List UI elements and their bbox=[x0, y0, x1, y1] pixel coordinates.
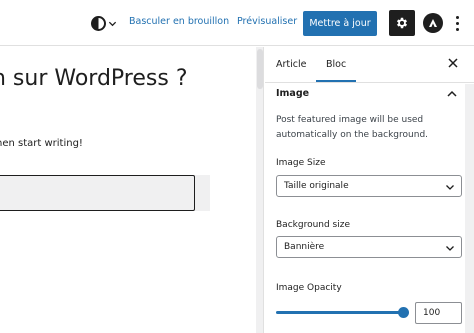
chevron-down-icon bbox=[108, 21, 117, 26]
image-opacity-label: Image Opacity bbox=[276, 283, 342, 293]
block-wrapper bbox=[0, 175, 210, 211]
tab-article[interactable]: Article bbox=[276, 59, 306, 70]
block-input-field[interactable] bbox=[0, 175, 195, 211]
background-size-label: Background size bbox=[276, 220, 351, 230]
chevron-down-icon bbox=[446, 185, 454, 190]
active-tab-indicator bbox=[316, 80, 356, 82]
half-circle-icon bbox=[91, 15, 106, 31]
opacity-slider-track[interactable] bbox=[276, 311, 404, 314]
image-panel-toggle[interactable]: Image bbox=[265, 84, 465, 104]
background-size-select[interactable]: Bannière bbox=[276, 236, 462, 258]
chevron-down-icon bbox=[446, 246, 454, 251]
settings-sidebar: Article Bloc Image Post featured image w… bbox=[265, 47, 474, 333]
image-size-select[interactable]: Taille originale bbox=[276, 175, 462, 197]
switch-to-draft-button[interactable]: Basculer en brouillon bbox=[129, 16, 229, 27]
opacity-slider-handle[interactable] bbox=[398, 307, 409, 318]
panel-description: Post featured image will be used automat… bbox=[276, 115, 429, 140]
editor-scrollbar[interactable] bbox=[256, 47, 264, 333]
options-button[interactable] bbox=[452, 12, 462, 34]
sidebar-tabs: Article Bloc bbox=[265, 47, 474, 83]
sidebar-scrollbar[interactable] bbox=[465, 84, 474, 333]
post-title[interactable]: n sur WordPress ? bbox=[0, 66, 188, 91]
style-switcher-button[interactable] bbox=[91, 14, 117, 32]
close-icon[interactable] bbox=[447, 57, 459, 69]
background-size-value: Bannière bbox=[284, 242, 325, 252]
image-size-value: Taille originale bbox=[284, 181, 349, 191]
opacity-value: 100 bbox=[423, 308, 441, 318]
update-button[interactable]: Mettre à jour bbox=[303, 11, 377, 36]
editor-toolbar: Basculer en brouillon Prévisualiser Mett… bbox=[0, 0, 474, 46]
image-size-label: Image Size bbox=[276, 158, 326, 168]
paragraph-placeholder[interactable]: hen start writing! bbox=[0, 138, 83, 149]
vertical-ellipsis-icon bbox=[455, 15, 459, 19]
tab-bloc[interactable]: Bloc bbox=[326, 59, 346, 70]
opacity-number-input[interactable]: 100 bbox=[415, 302, 462, 324]
plugin-logo-icon bbox=[429, 19, 437, 27]
editor-canvas: n sur WordPress ? hen start writing! bbox=[0, 47, 256, 333]
gear-icon bbox=[396, 17, 408, 29]
chevron-up-icon bbox=[447, 90, 457, 97]
settings-button[interactable] bbox=[389, 10, 415, 36]
preview-button[interactable]: Prévisualiser bbox=[237, 16, 297, 27]
editor-scroll-thumb[interactable] bbox=[257, 49, 263, 89]
panel-title: Image bbox=[276, 88, 310, 99]
plugin-button[interactable] bbox=[423, 13, 443, 33]
